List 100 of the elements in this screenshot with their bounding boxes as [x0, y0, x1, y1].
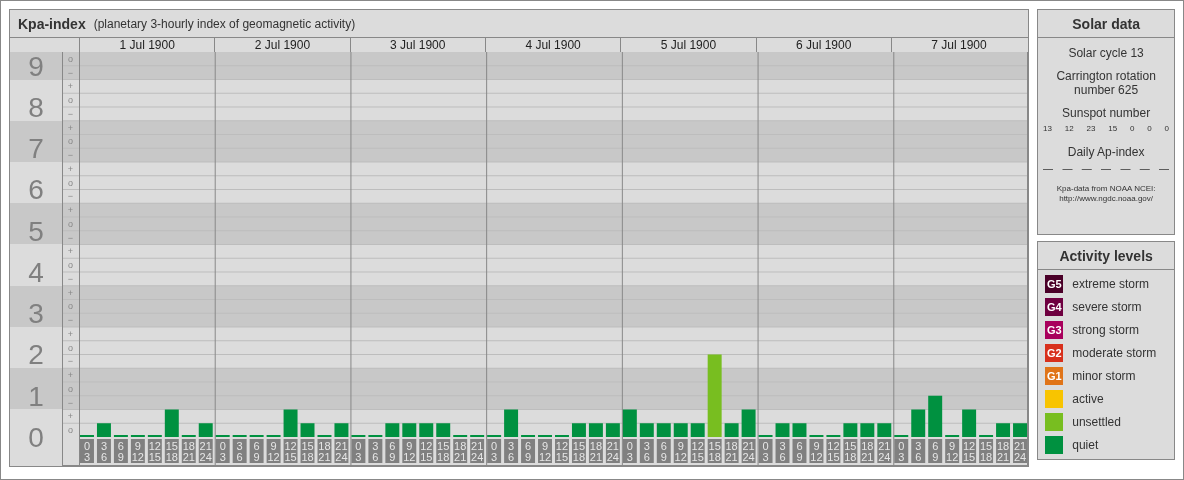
interval-label: 18 21 — [588, 439, 603, 463]
kp-bar — [300, 423, 315, 437]
kp-axis-label: 2 — [28, 339, 44, 371]
interval-label: 0 3 — [351, 439, 366, 463]
kp-bar — [962, 409, 977, 437]
interval-label: 21 24 — [198, 439, 213, 463]
kp-axis-label: 5 — [28, 215, 44, 247]
kp-bar — [690, 423, 705, 437]
interval-label: 6 9 — [656, 439, 671, 463]
x-tick-label: 6 9 — [796, 440, 803, 463]
interval-label: 15 18 — [843, 439, 858, 463]
level-swatch: G3 — [1045, 321, 1064, 339]
kp-bar — [436, 423, 451, 437]
interval-label: 6 9 — [792, 439, 807, 463]
kp-subdivision-label: − — [67, 397, 74, 408]
kp-bar — [792, 423, 807, 437]
x-tick-label: 6 9 — [524, 440, 532, 463]
ap-index-value: — — [1139, 163, 1150, 174]
interval-label: 21 24 — [1013, 439, 1027, 463]
x-tick-label: 3 6 — [372, 440, 379, 463]
ap-index-value: — — [1159, 163, 1170, 174]
interval-label: 3 6 — [639, 439, 654, 463]
kp-subdivision-label: o — [68, 342, 73, 353]
kp-bar — [775, 423, 790, 437]
kp-bar — [402, 423, 417, 437]
kp-subdivision-label: − — [67, 191, 74, 202]
kp-subdivision-label: + — [67, 205, 74, 216]
sunspot-value: 0 — [1130, 124, 1135, 133]
x-tick-label: 6 9 — [253, 440, 260, 463]
interval-label: 3 6 — [504, 439, 519, 463]
kp-subdivision-label: + — [67, 163, 74, 174]
kp-bar — [419, 423, 434, 437]
kp-subdivision-label: o — [68, 260, 73, 271]
level-label: severe storm — [1072, 300, 1142, 314]
x-tick-label: 3 6 — [915, 440, 922, 463]
kp-axis-label: 3 — [28, 298, 44, 330]
interval-label: 3 6 — [96, 439, 111, 463]
ap-index-value: — — [1101, 163, 1112, 174]
ap-index-value: — — [1043, 163, 1054, 174]
kp-bar — [877, 423, 892, 437]
interval-label: 0 3 — [80, 439, 94, 463]
interval-label: 6 9 — [521, 439, 536, 463]
level-label: active — [1072, 392, 1104, 406]
interval-label: 9 12 — [809, 439, 824, 463]
kp-bar — [1013, 423, 1027, 437]
interval-label: 3 6 — [911, 439, 926, 463]
x-tick-label: 0 3 — [898, 440, 905, 463]
kp-axis-label: 0 — [28, 422, 44, 453]
ap-index-value: — — [1081, 163, 1092, 174]
kp-axis-label: 1 — [28, 380, 44, 412]
kp-bar — [656, 423, 671, 437]
interval-label: 9 12 — [266, 439, 281, 463]
interval-label: 12 15 — [555, 439, 569, 463]
kp-axis-label: 7 — [28, 133, 44, 165]
interval-label: 18 21 — [453, 439, 468, 463]
x-tick-label: 3 6 — [236, 440, 243, 463]
x-tick-label: 6 9 — [389, 440, 396, 463]
kp-bar — [860, 423, 875, 437]
kp-subdivision-label: − — [67, 356, 74, 367]
kp-subdivision-label: + — [67, 122, 74, 133]
sunspot-value: 15 — [1108, 124, 1118, 133]
kp-subdivision-label: + — [67, 411, 74, 422]
kp-bar — [605, 423, 620, 437]
sunspot-value: 0 — [1164, 124, 1170, 133]
kp-bar — [283, 409, 298, 437]
kp-subdivision-label: + — [67, 246, 74, 257]
interval-label: 21 24 — [877, 439, 892, 463]
kp-subdivision-label: o — [68, 425, 73, 436]
level-swatch: G1 — [1045, 367, 1064, 385]
solar-cycle-text: Solar cycle 13 — [1068, 46, 1144, 60]
level-label: minor storm — [1072, 369, 1136, 383]
kp-bar — [588, 423, 603, 437]
level-label: unsettled — [1072, 415, 1121, 429]
panel-title: Kpa-index — [18, 15, 86, 32]
level-swatch: G2 — [1045, 344, 1064, 362]
sunspot-value: 12 — [1064, 124, 1074, 133]
source-text: Kpa-data from NOAA NCEI: — [1056, 184, 1156, 194]
kp-bar — [164, 409, 179, 437]
kp-bar — [504, 409, 519, 437]
kp-bar — [843, 423, 858, 437]
kp-bar — [911, 409, 926, 437]
interval-label: 15 18 — [300, 439, 315, 463]
carrington-text: Carrington rotation number 625 — [1055, 69, 1157, 97]
kp-bar — [673, 423, 688, 437]
interval-label: 9 12 — [130, 439, 145, 463]
interval-label: 9 12 — [673, 439, 688, 463]
kp-axis-label: 9 — [28, 52, 44, 82]
kp-subdivision-label: o — [68, 177, 73, 188]
panel-title: Activity levels — [1038, 242, 1174, 270]
level-label: extreme storm — [1072, 277, 1149, 291]
x-tick-label: 6 9 — [932, 440, 939, 463]
interval-label: 6 9 — [113, 439, 128, 463]
x-tick-label: 0 3 — [219, 440, 226, 463]
interval-label: 12 15 — [690, 439, 705, 463]
ap-index-heading: Daily Ap-index — [1067, 145, 1145, 159]
interval-label: 15 18 — [436, 439, 451, 463]
kp-subdivision-label: + — [67, 370, 74, 381]
kp-bar — [96, 423, 111, 437]
x-tick-label: 3 6 — [643, 440, 650, 463]
ap-index-value: — — [1062, 163, 1073, 174]
